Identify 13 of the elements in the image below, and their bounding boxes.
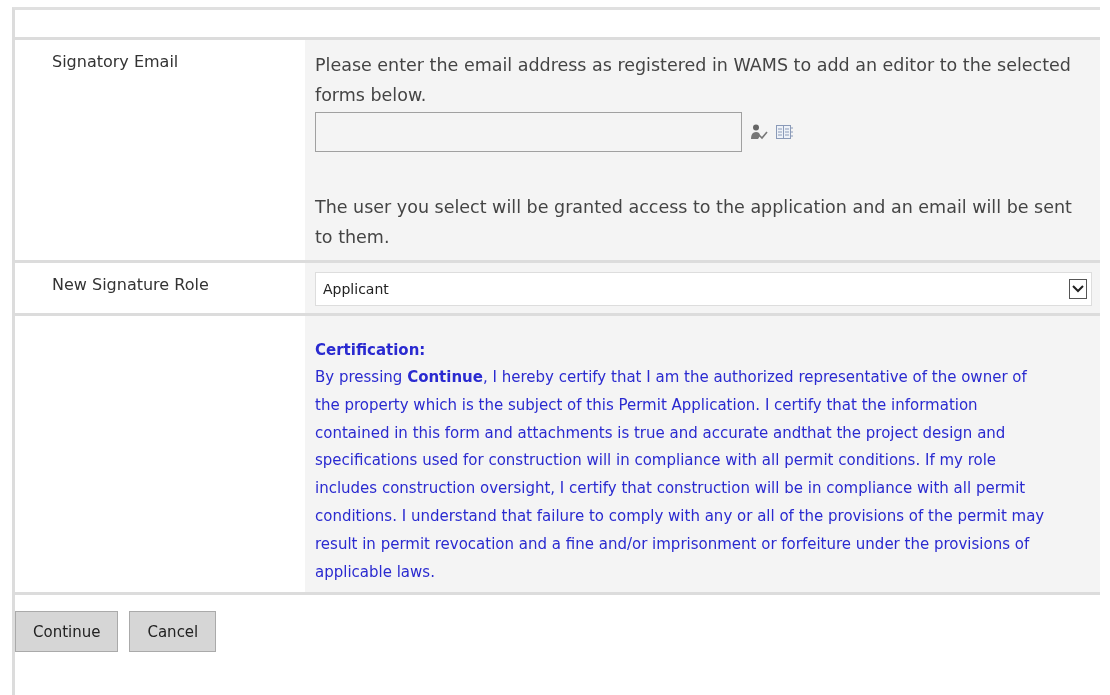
field-label: Signatory Email (52, 52, 179, 71)
instructions-text: Please enter the email address as registered in WAMS to add an editor to the selected forms below. (315, 54, 1072, 107)
certification-text: By pressing Continue, I hereby certify that I am the authorized representative of the owner of the property which is the subject of this Permit Application. I certify that the information contained in this form and attachments is true and accurate andthat the project design and specifications used for construction will in compliance with all permit conditions. If my role includes construction oversight, I certify that construction will be in compliance with all permit conditions. I understand that failure to comply with any or all of the provisions of the permit may result in permit revocation and a fine and/or imprisonment or forfeiture under the provisions of applicable laws. (315, 367, 1046, 583)
access-note: The user you select will be granted access to the application and an email will be sent to them. (315, 196, 1073, 249)
chevron-down-icon (1072, 285, 1084, 293)
field-label: New Signature Role (52, 275, 209, 294)
address-book-icon[interactable] (776, 125, 793, 139)
continue-button[interactable]: Continue (15, 611, 119, 653)
cancel-button[interactable]: Cancel (129, 611, 217, 653)
email-field[interactable] (315, 112, 742, 152)
certification-heading: Certification: (315, 340, 426, 361)
person-check-icon[interactable] (750, 124, 768, 140)
role-select[interactable]: Applicant (315, 272, 1092, 306)
